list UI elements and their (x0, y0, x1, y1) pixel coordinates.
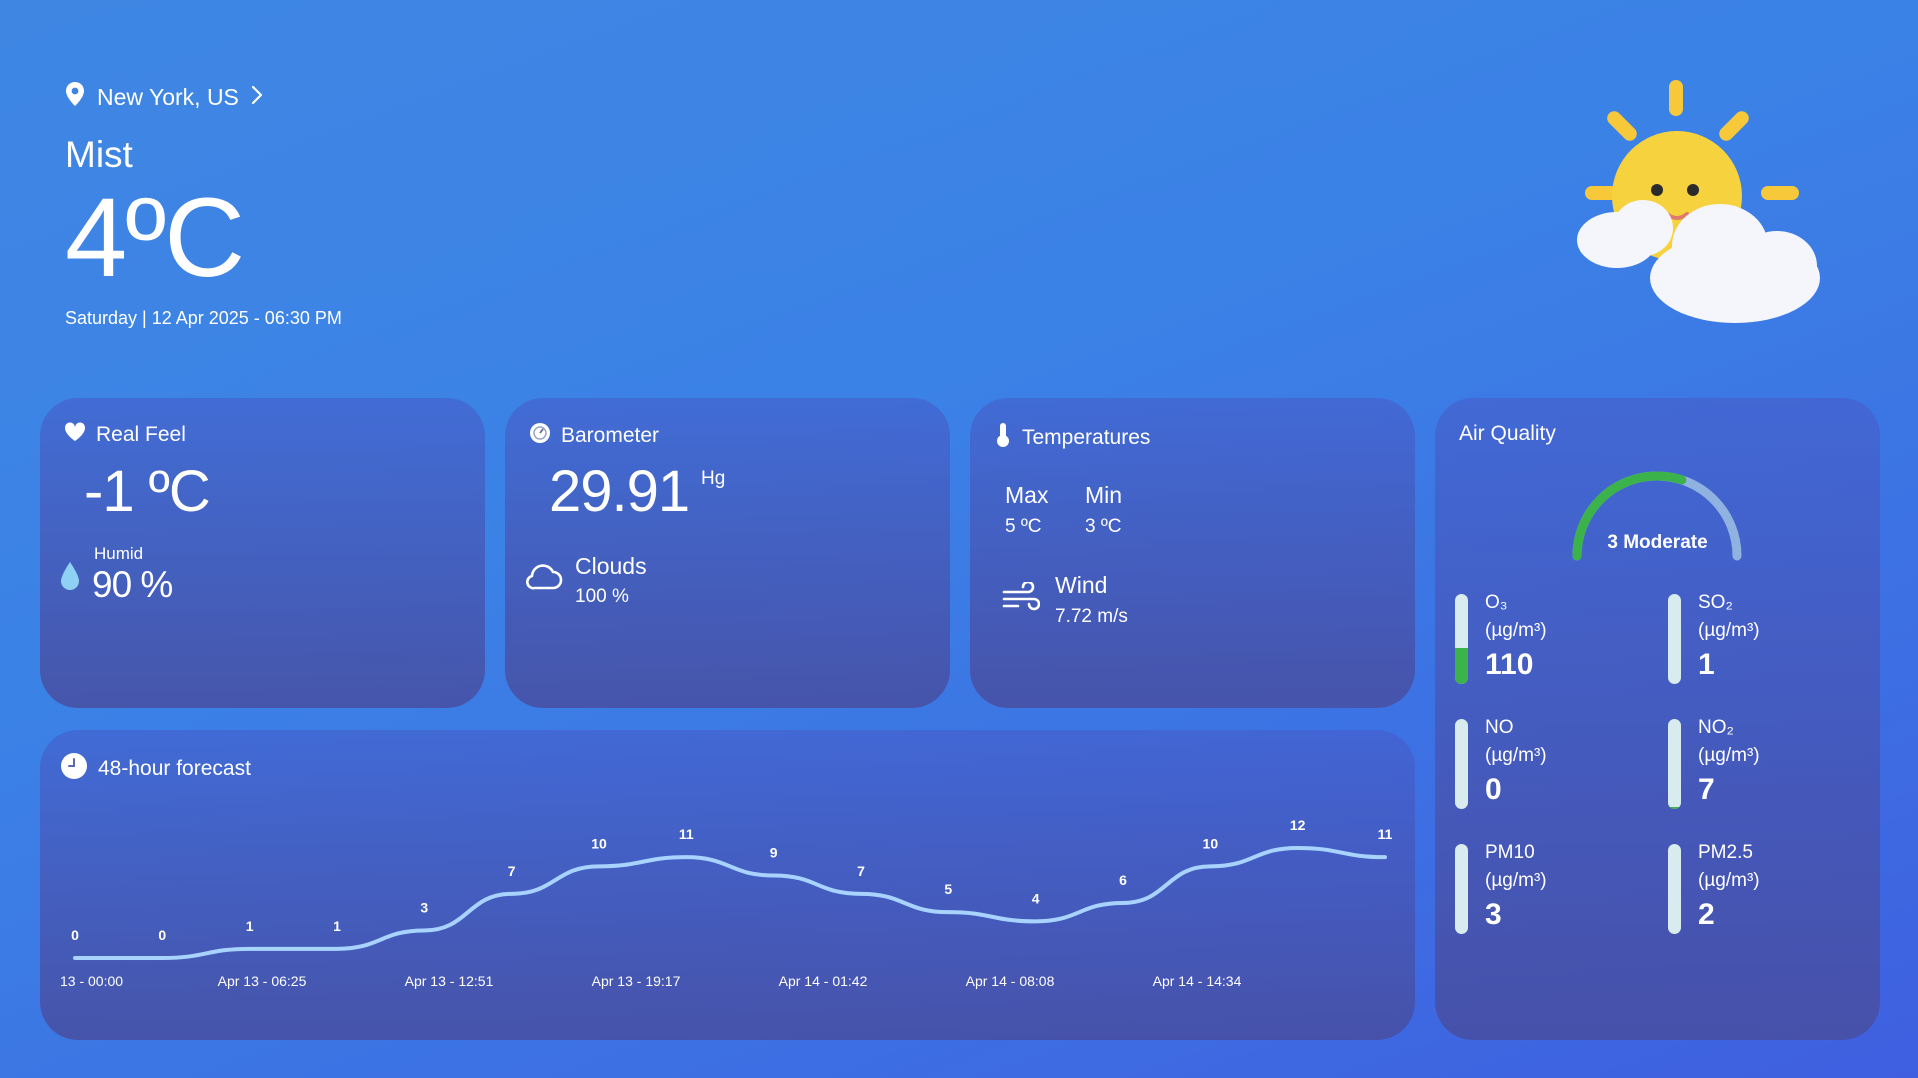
clouds-label: Clouds (575, 553, 647, 579)
aq-item-pm10: PM10 (µg/m³) 3 (1455, 842, 1655, 954)
max-value: 5 ºC (1005, 516, 1042, 537)
forecast-point-label: 7 (508, 863, 516, 879)
forecast-tick-label: Apr 14 - 01:42 (779, 973, 868, 989)
forecast-line (73, 845, 1387, 961)
aq-item-no: NO (µg/m³) 0 (1455, 717, 1655, 829)
forecast-point-label: 10 (591, 835, 607, 851)
aq-item-o3: O₃ (µg/m³) 110 (1455, 592, 1655, 704)
aq-level-bar (1668, 844, 1681, 934)
air-quality-index: 3 Moderate (1607, 532, 1708, 553)
min-label: Min (1085, 482, 1123, 508)
aq-level-bar (1668, 719, 1681, 809)
humid-value: 90 % (92, 564, 173, 605)
forecast-point-label: 1 (333, 918, 341, 934)
weather-header: New York, US Mist 4ºC Saturday | 12 Apr … (65, 82, 342, 329)
clouds-value: 100 % (575, 586, 629, 607)
forecast-point-label: 11 (1378, 826, 1393, 842)
sun-cloud-illustration (1545, 78, 1845, 338)
air-quality-title: Air Quality (1459, 422, 1556, 445)
barometer-value: 29.91 (549, 459, 690, 524)
forecast-point-label: 9 (770, 845, 778, 861)
current-temperature: 4ºC (65, 175, 245, 300)
forecast-point-label: 0 (71, 927, 79, 943)
heart-icon (64, 422, 86, 448)
forecast-point-label: 3 (420, 900, 428, 916)
barometer-title: Barometer (529, 422, 659, 450)
weather-condition: Mist (65, 134, 133, 175)
wind-value: 7.72 m/s (1055, 606, 1128, 627)
air-quality-card: Air Quality 3 Moderate O₃ (µg/m³) 110 SO… (1435, 398, 1880, 1040)
forecast-point-label: 7 (857, 863, 865, 879)
real-feel-value: -1 ºC (84, 459, 211, 524)
temperatures-card: Temperatures Max 5 ºC Min 3 ºC Wind 7.72… (970, 398, 1415, 708)
forecast-point-label: 0 (158, 927, 166, 943)
forecast-point-label: 6 (1119, 872, 1127, 888)
thermometer-icon (994, 422, 1012, 454)
min-value: 3 ºC (1085, 516, 1122, 537)
humid-label: Humid (94, 544, 144, 563)
temperatures-title: Temperatures (994, 422, 1150, 454)
gauge-icon (529, 422, 551, 450)
forecast-point-label: 1 (246, 918, 254, 934)
location-selector[interactable]: New York, US (65, 82, 342, 112)
forecast-tick-label: Apr 14 - 08:08 (966, 973, 1055, 989)
forecast-tick-label: Apr 14 - 14:34 (1153, 973, 1242, 989)
wind-label: Wind (1055, 572, 1108, 598)
wind-icon (1002, 580, 1041, 617)
forecast-chart: 0 01 13710119754610121113 - 00:00 Apr 13 - … (60, 817, 1393, 989)
forecast-tick-label: 13 - 00:00 (60, 973, 123, 989)
aq-item-so2: SO₂ (µg/m³) 1 (1668, 592, 1868, 704)
current-date: Saturday | 12 Apr 2025 - 06:30 PM (65, 308, 342, 328)
aq-level-bar (1455, 719, 1468, 809)
forecast-tick-label: Apr 13 - 06:25 (218, 973, 307, 989)
forecast-card: 48-hour forecast 0 0 1 1 3 7 10 11 9 7 5 4 6 10 12 11 13… (40, 730, 1415, 1040)
forecast-point-label: 12 (1290, 817, 1306, 833)
air-quality-gauge: 3 Moderate (1565, 466, 1750, 566)
aq-item-pm25: PM2.5 (µg/m³) 2 (1668, 842, 1868, 954)
barometer-card: Barometer 29.91 Hg Clouds 100 % (505, 398, 950, 708)
real-feel-title: Real Feel (64, 422, 186, 448)
forecast-point-label: 11 (679, 826, 694, 842)
aq-level-bar (1455, 844, 1468, 934)
barometer-unit: Hg (701, 468, 726, 489)
water-drop-icon (60, 561, 80, 596)
aq-item-no2: NO₂ (µg/m³) 7 (1668, 717, 1868, 829)
cloud-icon (525, 560, 563, 597)
forecast-point-label: 10 (1203, 835, 1219, 851)
aq-level-bar (1668, 594, 1681, 684)
real-feel-card: Real Feel -1 ºC Humid 90 % (40, 398, 485, 708)
chevron-right-icon (251, 84, 263, 111)
aq-level-bar (1455, 594, 1468, 684)
location-name: New York, US (97, 83, 239, 110)
forecast-point-label: 4 (1032, 890, 1040, 906)
max-label: Max (1005, 482, 1049, 508)
forecast-point-label: 5 (944, 881, 952, 897)
forecast-tick-label: Apr 13 - 19:17 (592, 973, 681, 989)
location-pin-icon (65, 82, 85, 112)
forecast-tick-label: Apr 13 - 12:51 (405, 973, 494, 989)
